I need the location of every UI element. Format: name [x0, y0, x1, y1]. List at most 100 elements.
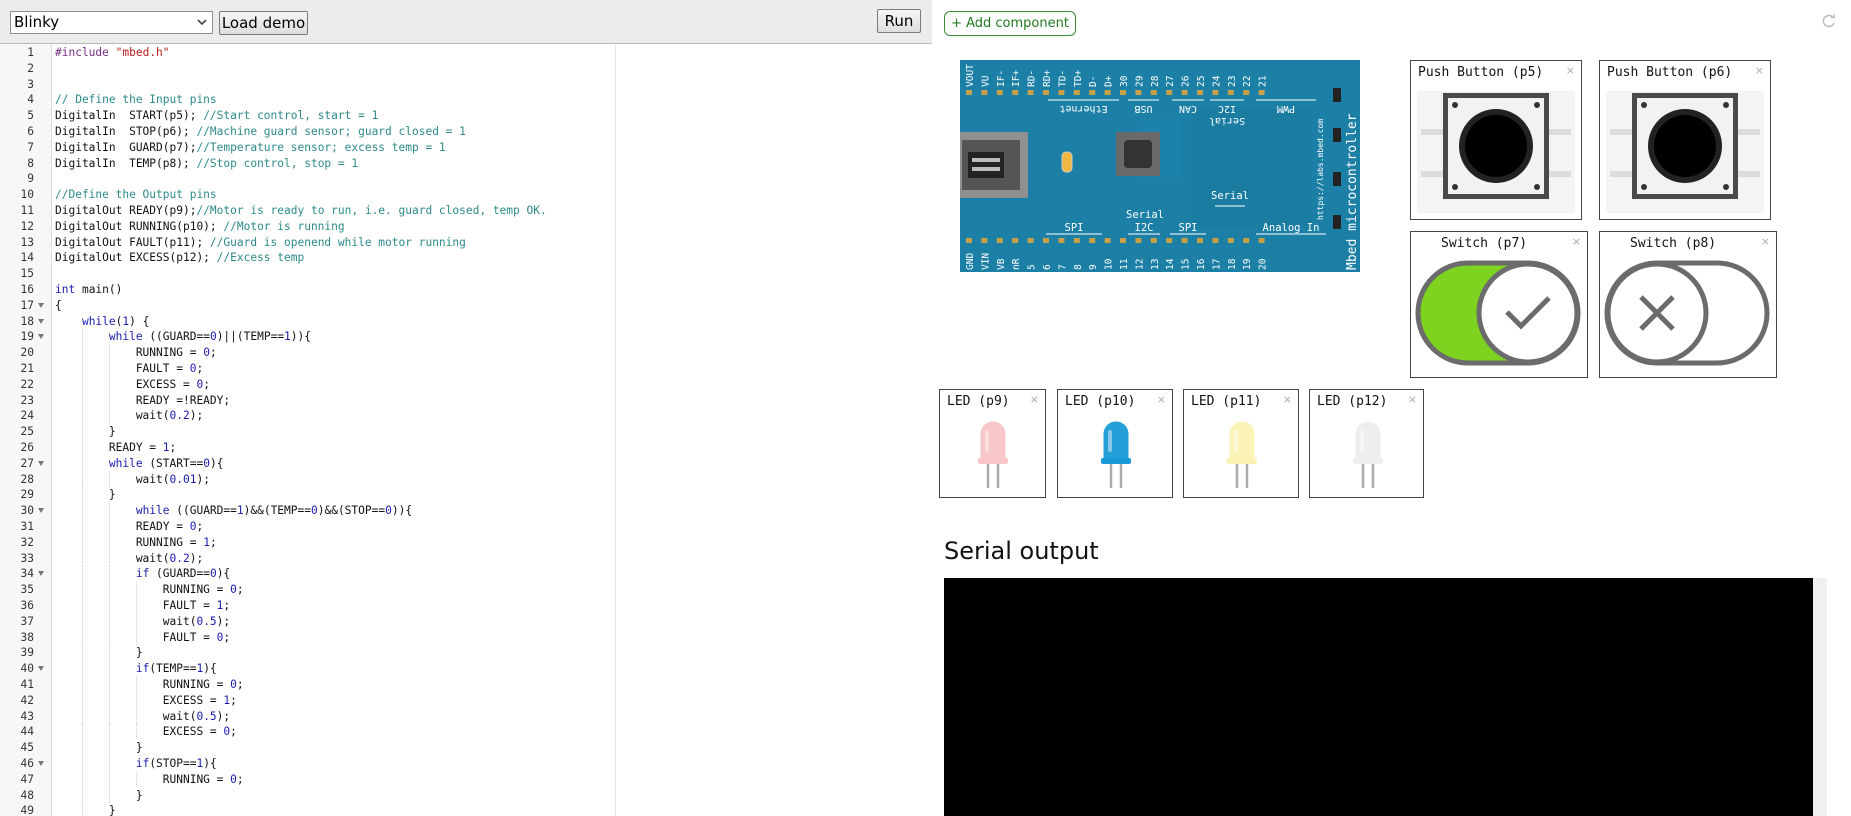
board-pin-label: 11	[1119, 258, 1130, 270]
line-code: if(STOP==1){	[135, 757, 217, 770]
board-pin	[1166, 90, 1173, 95]
led-p9-card: LED (p9) ×	[939, 389, 1046, 498]
board-pin	[1089, 238, 1096, 243]
close-icon[interactable]: ×	[1755, 64, 1764, 77]
run-button[interactable]: Run	[877, 9, 921, 33]
component-title: LED (p11)	[1191, 394, 1262, 409]
line-number: 36	[20, 599, 34, 612]
board-label: I2C	[1218, 103, 1236, 114]
serial-output-console[interactable]	[944, 578, 1813, 816]
line-number: 39	[20, 646, 34, 660]
close-icon[interactable]: ×	[1572, 235, 1581, 248]
line-number: 34	[20, 567, 34, 581]
chevron-down-icon	[197, 19, 207, 26]
code-line: 32 RUNNING = 1;	[0, 534, 932, 550]
line-number: 46	[20, 757, 34, 770]
add-component-button[interactable]: + Add component	[944, 11, 1076, 36]
board-pin-label: GND	[965, 253, 976, 270]
line-number: 26	[20, 441, 34, 454]
line-number: 20	[20, 346, 34, 360]
close-icon[interactable]: ×	[1157, 393, 1166, 406]
code-line: 22 EXCESS = 0;	[0, 376, 932, 392]
fold-arrow-icon[interactable]	[38, 761, 44, 766]
board-pin	[1027, 90, 1034, 95]
board-pin	[1043, 238, 1049, 243]
line-code: FAULT = 0;	[55, 362, 204, 375]
reload-icon[interactable]	[1821, 13, 1837, 29]
line-number: 9	[27, 172, 34, 186]
led-p9	[978, 421, 1008, 488]
load-demo-button[interactable]: Load demo	[219, 11, 308, 35]
line-number: 2	[27, 61, 34, 75]
push-button-p6[interactable]	[1606, 91, 1764, 213]
fold-arrow-icon[interactable]	[38, 666, 44, 672]
code-editor[interactable]: 1 #include "mbed.h" 2 3 4// Define the Input…	[0, 44, 932, 816]
close-icon[interactable]: ×	[1283, 393, 1292, 406]
push-button-p5[interactable]	[1417, 91, 1575, 213]
board-pin-label: 13	[1150, 259, 1161, 270]
fold-arrow-icon[interactable]	[38, 318, 44, 324]
line-number: 13	[20, 235, 34, 249]
push-button-p6-card: Push Button (p6) ×	[1599, 60, 1771, 220]
board-pin	[1012, 238, 1019, 243]
line-code: DigitalOut RUNNING(p10); //Motor is runn…	[55, 219, 345, 233]
line-code: while ((GUARD==0)||(TEMP==1)){	[108, 330, 312, 344]
line-number: 18	[20, 314, 34, 328]
line-number: 30	[20, 504, 34, 518]
line-code: wait(0.2);	[55, 551, 204, 565]
board-pin	[1181, 238, 1188, 243]
fold-arrow-icon[interactable]	[38, 571, 44, 577]
line-number: 29	[20, 488, 34, 502]
board-pin	[1073, 90, 1080, 95]
line-code: READY =!READY;	[55, 393, 231, 407]
line-number: 12	[20, 219, 34, 233]
line-code: READY = 1;	[55, 441, 177, 454]
fold-arrow-icon[interactable]	[38, 508, 44, 514]
board-pin-label: 5	[1027, 264, 1038, 270]
board-pin	[1058, 238, 1065, 243]
line-code: DigitalIn START(p5); //Start control, st…	[55, 109, 379, 123]
line-number: 24	[20, 409, 34, 423]
fold-arrow-icon[interactable]	[38, 334, 44, 340]
line-code: wait(0.5);	[55, 709, 231, 723]
component-title: Switch (p7)	[1441, 236, 1528, 251]
component-title: LED (p10)	[1065, 394, 1136, 409]
line-number: 47	[20, 772, 34, 786]
code-line: 47 RUNNING = 0;	[0, 771, 932, 787]
line-code: RUNNING = 0;	[55, 772, 244, 786]
board-pin-label: 9	[1088, 264, 1099, 270]
close-icon[interactable]: ×	[1761, 235, 1770, 248]
code-line: 23 READY =!READY;	[0, 392, 932, 408]
switch-p8[interactable]	[1604, 260, 1772, 372]
code-line: 49 }	[0, 803, 932, 816]
board-pin-label: 14	[1165, 258, 1176, 270]
board-label: CAN	[1179, 103, 1197, 114]
close-icon[interactable]: ×	[1408, 393, 1417, 406]
serial-output-scrollbar[interactable]	[1813, 578, 1827, 816]
line-number: 19	[20, 330, 34, 344]
component-title: Push Button (p6)	[1607, 65, 1733, 80]
demo-select[interactable]: Blinky	[10, 11, 213, 34]
board-pin	[1227, 90, 1234, 95]
led-p12	[1353, 421, 1383, 488]
board-pin-label: 12	[1134, 259, 1145, 270]
line-code: FAULT = 1;	[55, 599, 231, 612]
switch-p7[interactable]	[1415, 260, 1583, 372]
line-code: while(1) {	[81, 314, 150, 328]
code-line: 3	[0, 77, 932, 92]
board-pin	[1120, 90, 1126, 95]
close-icon[interactable]: ×	[1030, 393, 1039, 406]
line-number: 37	[20, 614, 34, 628]
close-icon[interactable]: ×	[1566, 64, 1575, 77]
code-line: 15	[0, 266, 932, 281]
board-pin-label: 23	[1227, 76, 1238, 87]
fold-arrow-icon[interactable]	[38, 460, 44, 466]
fold-arrow-icon[interactable]	[38, 302, 44, 308]
line-number: 45	[20, 741, 34, 755]
board-pin-label: 6	[1042, 264, 1053, 270]
board-pin-label: 24	[1211, 75, 1222, 87]
board-label: USB	[1134, 103, 1152, 114]
line-code: DigitalOut EXCESS(p12); //Excess temp	[55, 251, 305, 265]
code-line: 48 }	[0, 787, 932, 803]
board-label: Ethernet	[1059, 103, 1107, 114]
